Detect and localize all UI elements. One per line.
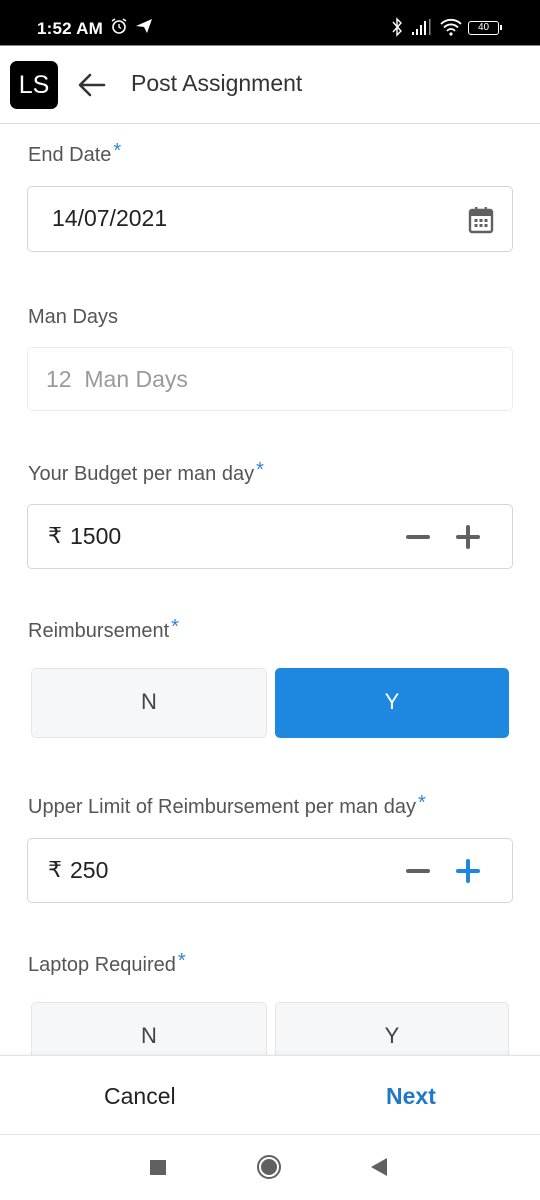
- required-marker: *: [177, 950, 186, 972]
- reimbursement-limit-value: 250: [70, 857, 109, 883]
- required-marker: *: [171, 616, 179, 638]
- alarm-icon: [111, 18, 127, 34]
- rupee-icon: ₹: [48, 523, 62, 548]
- cancel-button[interactable]: Cancel: [104, 1083, 176, 1110]
- next-button[interactable]: Next: [386, 1083, 436, 1110]
- telegram-icon: [136, 19, 152, 33]
- rupee-icon: ₹: [48, 857, 62, 882]
- reimbursement-limit-field[interactable]: ₹ 250: [27, 838, 513, 903]
- end-date-label-text: End Date: [28, 144, 112, 166]
- reimbursement-label: Reimbursement *: [28, 616, 179, 643]
- app-bar: LS Post Assignment: [0, 45, 540, 124]
- end-date-value: 14/07/2021: [52, 205, 168, 231]
- arrow-left-icon: [78, 73, 106, 97]
- man-days-label: Man Days: [28, 306, 119, 328]
- budget-decrement-button[interactable]: [406, 535, 430, 539]
- reimbursement-limit-label: Upper Limit of Reimbursement per man day…: [28, 792, 426, 819]
- reimbursement-limit-increment-button[interactable]: [456, 859, 480, 883]
- recents-icon[interactable]: [150, 1160, 166, 1175]
- battery-icon: 40: [468, 21, 502, 35]
- calendar-icon[interactable]: [468, 206, 494, 234]
- reimbursement-option-n[interactable]: N: [31, 668, 267, 738]
- end-date-label: End Date *: [28, 140, 121, 167]
- home-icon[interactable]: [257, 1155, 281, 1179]
- man-days-value: 12 Man Days: [46, 366, 188, 392]
- reimbursement-limit-label-text: Upper Limit of Reimbursement per man day: [28, 796, 416, 818]
- status-time: 1:52 AM: [37, 19, 103, 38]
- back-button[interactable]: [76, 71, 108, 99]
- bluetooth-icon: [392, 17, 402, 37]
- nav-back-icon[interactable]: [371, 1158, 387, 1176]
- man-days-field: 12 Man Days: [27, 347, 513, 411]
- budget-value: 1500: [70, 523, 122, 549]
- reimbursement-label-text: Reimbursement: [28, 620, 170, 642]
- app-logo: LS: [10, 61, 58, 109]
- laptop-option-y[interactable]: Y: [275, 1002, 509, 1055]
- required-marker: *: [256, 459, 264, 481]
- required-marker: *: [417, 792, 426, 814]
- status-bar: 1:52 AM 40: [0, 0, 540, 45]
- system-nav-bar: [0, 1135, 540, 1200]
- reimbursement-option-y[interactable]: Y: [275, 668, 509, 738]
- page-title: Post Assignment: [131, 70, 303, 96]
- laptop-required-label-text: Laptop Required: [28, 954, 176, 976]
- laptop-option-n[interactable]: N: [31, 1002, 267, 1055]
- budget-label-text: Your Budget per man day: [28, 463, 255, 485]
- budget-increment-button[interactable]: [456, 525, 480, 549]
- budget-label: Your Budget per man day *: [28, 459, 264, 486]
- wifi-icon: [440, 18, 462, 36]
- required-marker: *: [113, 140, 122, 162]
- signal-icon: [412, 19, 431, 35]
- end-date-field[interactable]: 14/07/2021: [27, 186, 513, 252]
- laptop-required-label: Laptop Required *: [28, 950, 186, 977]
- reimbursement-limit-decrement-button[interactable]: [406, 869, 430, 873]
- assignment-form: End Date * 14/07/2021 Man Days 12 Man Day…: [0, 124, 540, 1055]
- action-bar: Cancel Next: [0, 1055, 540, 1135]
- budget-field[interactable]: ₹ 1500: [27, 504, 513, 569]
